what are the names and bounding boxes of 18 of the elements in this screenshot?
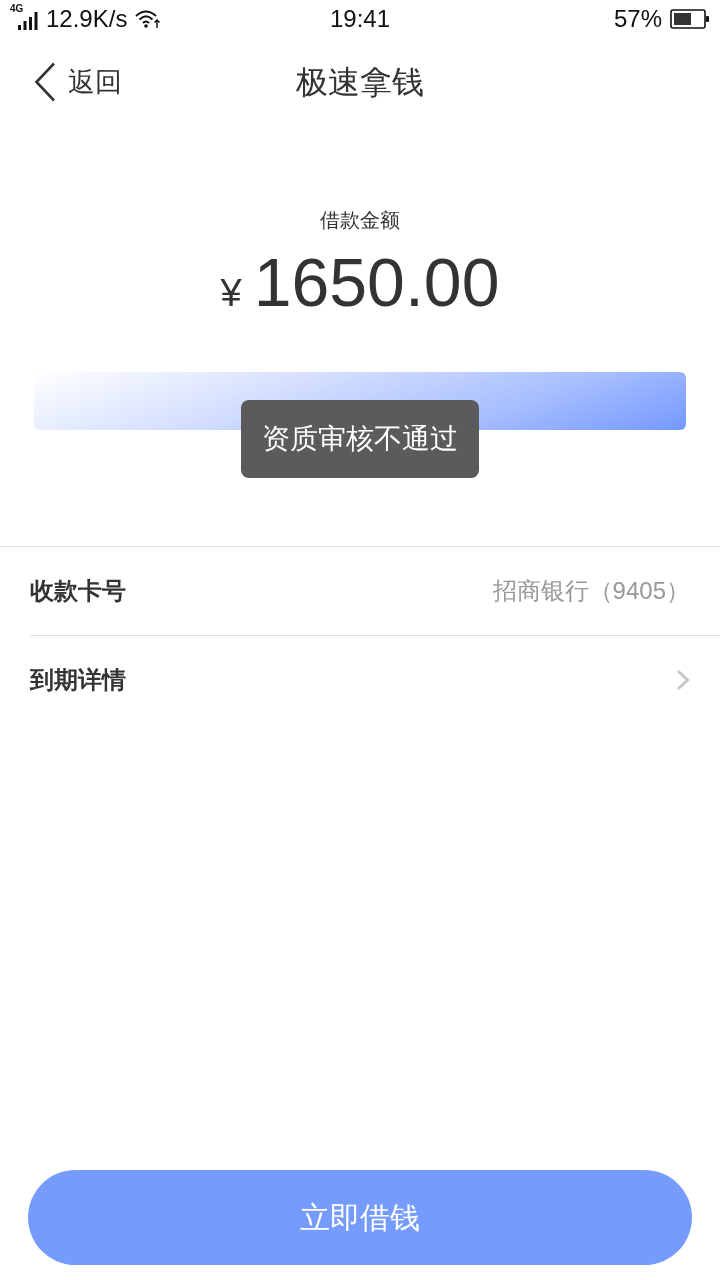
page-title: 极速拿钱 — [296, 62, 424, 102]
battery-percent: 57% — [613, 4, 662, 34]
amount-label: 借款金额 — [319, 208, 401, 233]
row-value: 招商银行（9405） — [492, 576, 690, 606]
battery-icon — [670, 9, 710, 29]
currency-symbol: ¥ — [220, 271, 242, 316]
wifi-icon — [135, 9, 162, 29]
toast-message: 资质审核不通过 — [241, 400, 479, 478]
list-item[interactable]: 到期详情 — [30, 635, 720, 723]
row-label: 收款卡号 — [30, 576, 126, 606]
signal-icon — [18, 12, 38, 30]
chevron-right-icon — [676, 668, 690, 691]
network-speed: 12.9K/s — [46, 4, 128, 34]
back-chevron-icon — [34, 62, 56, 102]
network-type: 4G — [10, 4, 24, 14]
back-button[interactable]: 返回 — [34, 61, 122, 103]
clock-time: 19:41 — [329, 4, 391, 34]
loan-amount: 1650.00 — [253, 243, 500, 322]
